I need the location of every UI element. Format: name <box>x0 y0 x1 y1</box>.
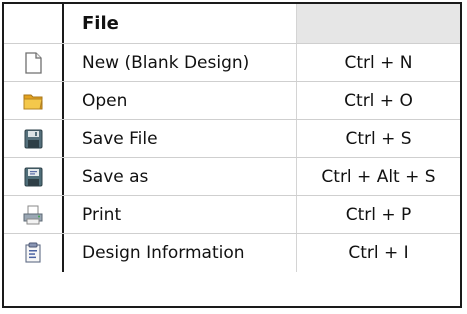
printer-icon <box>23 205 43 224</box>
floppy-disk-save-as-icon <box>24 167 43 186</box>
menu-item-label: Save as <box>64 158 297 195</box>
shortcut-header-cell <box>297 4 460 43</box>
menu-title: File <box>64 4 297 43</box>
menu-item-shortcut: Ctrl + Alt + S <box>321 166 436 187</box>
design-information-icon <box>25 242 41 263</box>
menu-item-label: Open <box>64 82 297 119</box>
folder-icon <box>23 94 43 109</box>
menu-item-save-file[interactable]: Save File Ctrl + S <box>4 120 460 158</box>
menu-item-shortcut: Ctrl + O <box>344 90 413 111</box>
menu-item-shortcut: Ctrl + N <box>344 52 413 73</box>
file-menu-table: File New (Blank Design) Ctrl + N Open Ct… <box>2 2 462 308</box>
menu-item-shortcut: Ctrl + S <box>345 128 412 149</box>
blank-document-icon <box>25 51 42 74</box>
header-icon-cell <box>4 4 64 43</box>
menu-item-print[interactable]: Print Ctrl + P <box>4 196 460 234</box>
menu-item-new[interactable]: New (Blank Design) Ctrl + N <box>4 44 460 82</box>
menu-item-label: Design Information <box>64 234 297 272</box>
floppy-disk-icon <box>24 129 43 148</box>
menu-item-label: Print <box>64 196 297 233</box>
menu-item-open[interactable]: Open Ctrl + O <box>4 82 460 120</box>
menu-item-shortcut: Ctrl + I <box>348 243 409 263</box>
menu-item-save-as[interactable]: Save as Ctrl + Alt + S <box>4 158 460 196</box>
menu-header-row: File <box>4 4 460 44</box>
menu-item-shortcut: Ctrl + P <box>345 204 412 225</box>
menu-item-label: Save File <box>64 120 297 157</box>
menu-item-label: New (Blank Design) <box>64 44 297 81</box>
menu-item-design-information[interactable]: Design Information Ctrl + I <box>4 234 460 272</box>
